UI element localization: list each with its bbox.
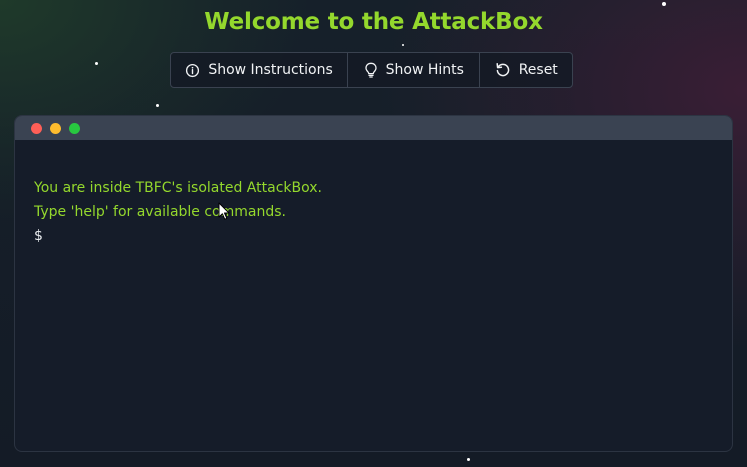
terminal-line: You are inside TBFC's isolated AttackBox… xyxy=(34,180,322,196)
maximize-window-button[interactable] xyxy=(69,122,80,134)
terminal-prompt[interactable]: $ xyxy=(34,224,732,248)
show-hints-label: Show Hints xyxy=(385,62,464,78)
mouse-pointer-icon xyxy=(218,202,230,225)
star xyxy=(156,104,159,107)
terminal-line: Type 'help' for available commands. xyxy=(34,204,286,220)
show-instructions-button[interactable]: Show Instructions xyxy=(171,53,347,87)
page-title: Welcome to the AttackBox xyxy=(204,9,543,35)
reset-button[interactable]: Reset xyxy=(479,53,572,87)
close-window-button[interactable] xyxy=(31,122,42,134)
terminal-output: You are inside TBFC's isolated AttackBox… xyxy=(15,140,732,248)
lightbulb-icon xyxy=(364,62,378,78)
terminal-window[interactable]: You are inside TBFC's isolated AttackBox… xyxy=(14,115,733,452)
reset-icon xyxy=(495,62,511,78)
star xyxy=(95,62,98,65)
reset-label: Reset xyxy=(518,62,558,78)
show-instructions-label: Show Instructions xyxy=(208,62,333,78)
terminal-title-bar xyxy=(15,116,732,140)
info-icon xyxy=(185,63,200,78)
star xyxy=(402,44,404,46)
minimize-window-button[interactable] xyxy=(50,122,61,134)
star xyxy=(662,2,666,6)
show-hints-button[interactable]: Show Hints xyxy=(347,53,479,87)
toolbar: Show Instructions Show Hints Reset xyxy=(170,52,573,88)
star xyxy=(467,458,470,461)
